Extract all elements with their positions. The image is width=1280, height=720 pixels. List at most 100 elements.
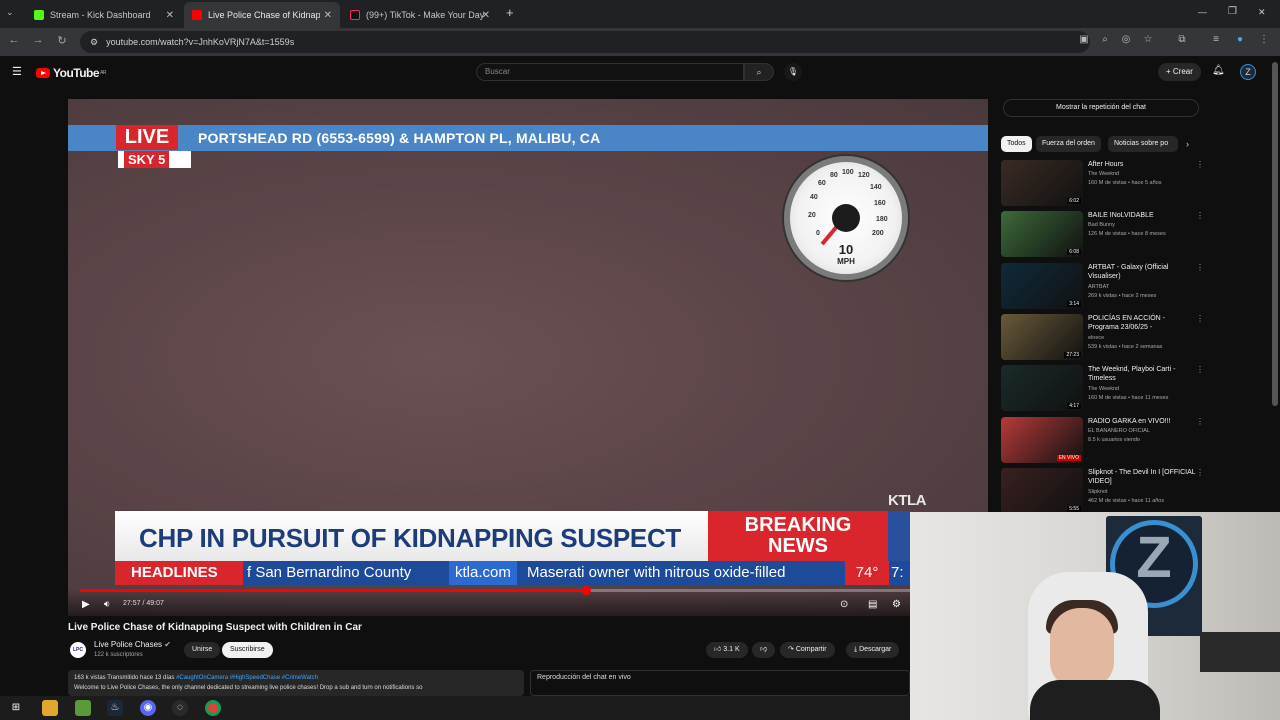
channel-name[interactable]: Live Police Chases ✔	[94, 640, 171, 649]
chat-replay-panel[interactable]: Reproducción del chat en vivo	[530, 670, 910, 696]
site-info-icon[interactable]: ⚙	[90, 37, 98, 48]
video-thumbnail[interactable]: 3:14	[1001, 262, 1083, 309]
chrome-icon[interactable]	[205, 700, 221, 716]
file-explorer-icon[interactable]	[42, 700, 58, 716]
more-options-icon[interactable]: ⋮	[1196, 417, 1204, 426]
extensions-icon[interactable]: ⧉	[1174, 34, 1190, 45]
video-thumbnail[interactable]: EN VIVO	[1001, 416, 1083, 463]
chip-law-enforcement[interactable]: Fuerza del orden	[1036, 136, 1101, 152]
play-icon[interactable]: ▶	[82, 599, 90, 610]
windows-icon[interactable]: ⊞	[8, 700, 24, 716]
recommended-title[interactable]: After Hours	[1088, 160, 1196, 169]
steam-icon[interactable]: ♨	[107, 700, 123, 716]
close-tab-icon[interactable]: ✕	[324, 10, 332, 21]
tab-tiktok[interactable]: (99+) TikTok - Make Your Day ✕	[342, 2, 498, 28]
more-options-icon[interactable]: ⋮	[1196, 314, 1204, 323]
chip-all[interactable]: Todos	[1001, 136, 1032, 152]
search-input[interactable]: Buscar	[476, 63, 744, 81]
recommended-channel[interactable]: The Weeknd	[1088, 386, 1119, 392]
volume-icon[interactable]: 🔉︎	[104, 599, 110, 610]
recommended-video[interactable]: 4:17 The Weeknd, Playboi Carti - Timeless…	[1001, 365, 1209, 413]
channel-avatar[interactable]: LPC	[70, 642, 86, 658]
eye-off-icon[interactable]: ◎	[1118, 34, 1134, 45]
recommended-video[interactable]: 5:55 Slipknot - The Devil In I [OFFICIAL …	[1001, 467, 1209, 516]
profile-avatar-icon[interactable]: ●	[1232, 34, 1248, 45]
address-bar[interactable]: ⚙ youtube.com/watch?v=JnhKoVRjN7A&t=1559…	[80, 31, 1090, 53]
more-options-icon[interactable]: ⋮	[1196, 263, 1204, 272]
search-icon[interactable]: ⌕	[744, 63, 774, 81]
recommended-channel[interactable]: ARTBAT	[1088, 284, 1109, 290]
chip-news[interactable]: Noticias sobre po	[1108, 136, 1178, 152]
page-scrollbar[interactable]	[1272, 62, 1278, 406]
join-button[interactable]: Unirse	[184, 642, 221, 658]
close-window-button[interactable]: ✕	[1258, 7, 1266, 18]
close-tab-icon[interactable]: ✕	[166, 10, 174, 21]
more-options-icon[interactable]: ⋮	[1196, 211, 1204, 220]
browser-menu-icon[interactable]: ⋮	[1256, 34, 1272, 45]
ticker-site: ktla.com	[449, 561, 517, 585]
close-tab-icon[interactable]: ✕	[482, 10, 490, 21]
cast-icon[interactable]: ▣	[1076, 34, 1092, 45]
subtitles-icon[interactable]: ▤	[868, 599, 877, 610]
recommended-title[interactable]: ARTBAT - Galaxy (Official Visualiser)	[1088, 263, 1196, 281]
microphone-icon[interactable]: 🎙	[784, 63, 802, 81]
video-thumbnail[interactable]: 6:02	[1001, 160, 1083, 206]
create-button[interactable]: + Crear	[1158, 63, 1201, 81]
account-avatar[interactable]: Z	[1240, 64, 1256, 80]
restore-button[interactable]: ❐	[1228, 6, 1237, 17]
forward-icon[interactable]: →	[30, 34, 46, 46]
recommended-title[interactable]: BAILE INoLVIDABLE	[1088, 211, 1196, 220]
show-chat-replay-button[interactable]: Mostrar la repetición del chat	[1003, 99, 1199, 117]
tab-search-icon[interactable]: ⌄	[6, 7, 14, 18]
settings-gear-icon[interactable]: ⚙	[892, 599, 901, 610]
tab-youtube-video[interactable]: Live Police Chase of Kidnapping ✕	[184, 2, 340, 28]
subscribe-button[interactable]: Suscribirse	[222, 642, 273, 658]
progress-bar[interactable]	[80, 586, 976, 595]
video-thumbnail[interactable]: 4:17	[1001, 365, 1083, 412]
description-box[interactable]: 163 k vistas Transmitido hace 13 días #C…	[68, 670, 524, 696]
recommended-channel[interactable]: The Weeknd	[1088, 171, 1119, 177]
guide-menu-icon[interactable]: ☰	[12, 65, 22, 78]
description-tags[interactable]: #CaughtOnCamera #HighSpeedChase #CrimeWa…	[176, 675, 318, 681]
autoplay-toggle-icon[interactable]: ⊙	[840, 599, 848, 610]
video-player[interactable]: LIVE SKY 5 PORTSHEAD RD (6553-6599) & HA…	[68, 99, 988, 616]
like-button[interactable]: 👍︎ 3.1 K	[706, 642, 748, 658]
reload-icon[interactable]: ↻	[54, 34, 70, 47]
recommended-channel[interactable]: Bad Bunny	[1088, 222, 1115, 228]
youtube-logo[interactable]: YouTube AR	[36, 66, 106, 80]
more-options-icon[interactable]: ⋮	[1196, 468, 1204, 477]
recommended-channel[interactable]: elnece	[1088, 335, 1104, 341]
recommended-video[interactable]: 6:08 BAILE INoLVIDABLE Bad Bunny 126 M de v…	[1001, 211, 1209, 259]
discord-icon[interactable]: ◉	[140, 700, 156, 716]
new-tab-button[interactable]: +	[506, 5, 514, 20]
recommended-video[interactable]: EN VIVO RADIO GARKA en VIVO!!! EL BANANERO…	[1001, 416, 1209, 465]
recommended-video[interactable]: 3:14 ARTBAT - Galaxy (Official Visualiser…	[1001, 262, 1209, 311]
video-thumbnail[interactable]: 27:23	[1001, 313, 1083, 360]
recommended-video[interactable]: 27:23 POLICÍAS EN ACCIÓN - Programa 23/06…	[1001, 313, 1209, 362]
bookmark-star-icon[interactable]: ☆	[1140, 34, 1156, 45]
recommended-channel[interactable]: Slipknot	[1088, 489, 1108, 495]
scrubber-handle[interactable]	[582, 586, 592, 595]
download-button[interactable]: ⤓ Descargar	[846, 642, 900, 658]
recommended-title[interactable]: POLICÍAS EN ACCIÓN - Programa 23/06/25 -	[1088, 314, 1196, 332]
minimize-button[interactable]: —	[1198, 7, 1207, 17]
recommended-title[interactable]: RADIO GARKA en VIVO!!!	[1088, 417, 1196, 426]
recommended-channel[interactable]: EL BANANERO OFICIAL	[1088, 428, 1150, 434]
dislike-button[interactable]: 👎︎	[752, 642, 776, 658]
video-thumbnail[interactable]: 6:08	[1001, 211, 1083, 258]
recommended-title[interactable]: Slipknot - The Devil In I [OFFICIAL VIDE…	[1088, 468, 1196, 486]
app-icon[interactable]	[75, 700, 91, 716]
more-options-icon[interactable]: ⋮	[1196, 365, 1204, 374]
media-control-icon[interactable]: ≡	[1208, 34, 1224, 45]
obs-icon[interactable]: ◌	[172, 700, 188, 716]
more-options-icon[interactable]: ⋮	[1196, 160, 1204, 169]
share-button[interactable]: ↷ Compartir	[780, 642, 835, 658]
notifications-bell-icon[interactable]: 🔔︎	[1212, 65, 1225, 76]
tab-kick-dashboard[interactable]: Stream - Kick Dashboard ✕	[26, 2, 182, 28]
recommended-title[interactable]: The Weeknd, Playboi Carti - Timeless	[1088, 365, 1196, 383]
video-thumbnail[interactable]: 5:55	[1001, 467, 1083, 514]
chevron-right-icon[interactable]: ›	[1186, 139, 1189, 149]
back-icon[interactable]: ←	[6, 34, 22, 46]
zoom-icon[interactable]: ⌕	[1097, 34, 1113, 45]
recommended-video[interactable]: 6:02 After Hours The Weeknd 160 M de vistas…	[1001, 160, 1209, 208]
